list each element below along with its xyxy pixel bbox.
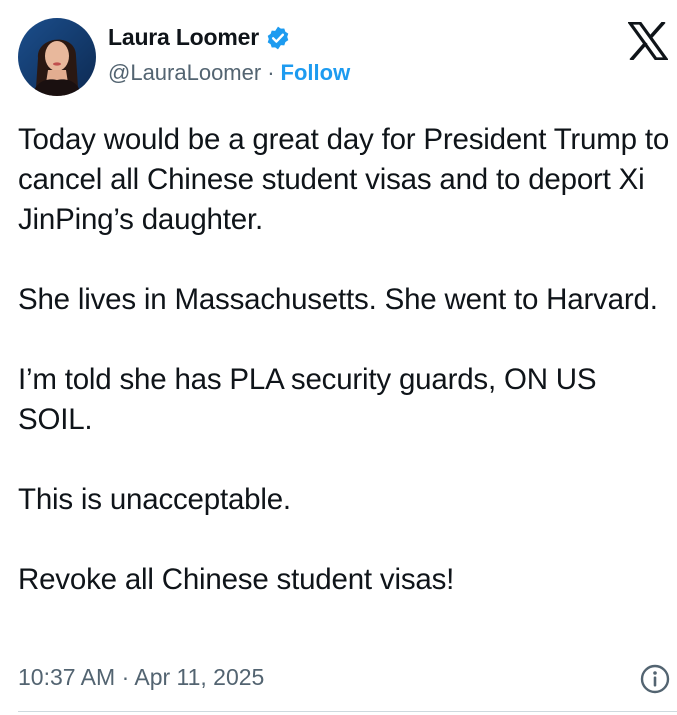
divider	[18, 711, 677, 712]
tweet-paragraph: This is unacceptable.	[18, 483, 291, 516]
follow-button[interactable]: Follow	[281, 60, 351, 85]
avatar-image	[18, 18, 96, 96]
info-icon[interactable]	[639, 663, 671, 695]
handle-separator: ·	[267, 60, 275, 85]
author-display-name[interactable]: Laura Loomer	[108, 24, 259, 51]
author-avatar[interactable]	[18, 18, 96, 96]
author-handle-row: @LauraLoomer · Follow	[108, 60, 350, 86]
x-logo-icon[interactable]	[626, 20, 670, 62]
tweet-timestamp[interactable]: 10:37 AM · Apr 11, 2025	[18, 664, 264, 691]
tweet-paragraph: I’m told she has PLA security guards, ON…	[18, 363, 597, 436]
author-handle[interactable]: @LauraLoomer	[108, 60, 261, 85]
tweet-text: Today would be a great day for President…	[18, 120, 673, 600]
tweet-paragraph: Revoke all Chinese student visas!	[18, 563, 455, 596]
tweet-paragraph: She lives in Massachusetts. She went to …	[18, 283, 658, 316]
tweet-card: Laura Loomer @LauraLoomer · Follow Today w…	[0, 0, 677, 715]
verified-badge-icon[interactable]	[265, 25, 291, 51]
tweet-paragraph: Today would be a great day for President…	[18, 123, 670, 236]
author-name-row: Laura Loomer	[108, 24, 291, 51]
